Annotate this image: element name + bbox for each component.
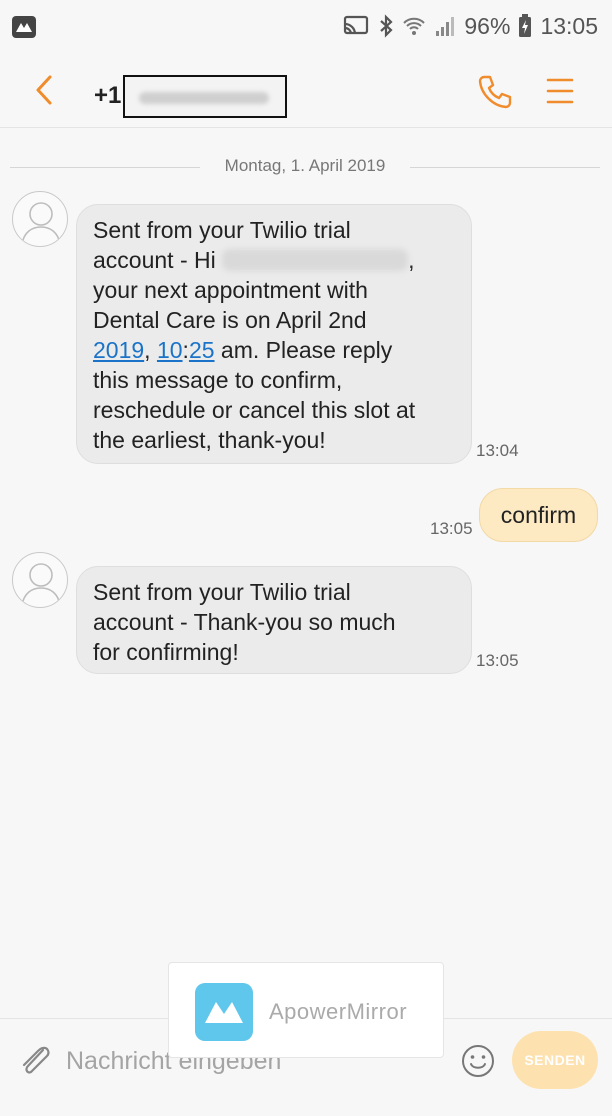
wifi-icon (402, 15, 426, 37)
hamburger-menu-icon (546, 78, 574, 104)
battery-percentage: 96% (464, 12, 511, 39)
date-separator: Montag, 1. April 2019 (10, 154, 600, 180)
contact-avatar[interactable] (12, 191, 68, 247)
time-link-hour[interactable]: 10 (157, 337, 183, 363)
emoji-button[interactable] (460, 1043, 496, 1079)
person-icon (21, 563, 61, 606)
paperclip-icon (22, 1046, 50, 1074)
contact-title[interactable]: +1 (94, 74, 288, 118)
person-icon (21, 202, 61, 245)
redacted-phone-number (123, 75, 288, 118)
signal-icon (434, 15, 456, 37)
incoming-message-bubble[interactable]: Sent from your Twilio trial account - Th… (76, 566, 472, 674)
watermark-label: ApowerMirror (269, 999, 408, 1024)
battery-icon (518, 14, 532, 38)
call-button[interactable] (476, 72, 514, 110)
apowermirror-watermark: ApowerMirror (168, 962, 444, 1058)
message-timestamp: 13:05 (476, 651, 519, 670)
status-bar: 96% 13:05 (0, 0, 612, 52)
chevron-left-icon (36, 75, 52, 105)
phone-icon (478, 75, 512, 109)
status-indicators: 96% 13:05 (342, 10, 598, 42)
message-timestamp: 13:05 (430, 519, 473, 538)
cast-icon (342, 15, 370, 37)
phone-number-prefix: +1 (94, 81, 122, 109)
back-button[interactable] (30, 72, 62, 108)
bluetooth-icon (378, 14, 394, 38)
incoming-message-bubble[interactable]: Sent from your Twilio trial account - Hi… (76, 204, 472, 464)
menu-button[interactable] (544, 74, 576, 108)
apowermirror-logo-icon (195, 983, 253, 1041)
message-timestamp: 13:04 (476, 441, 519, 460)
smiley-icon (462, 1045, 494, 1077)
redacted-name (222, 249, 409, 271)
clock: 13:05 (540, 12, 598, 39)
date-link[interactable]: 2019 (93, 337, 144, 363)
outgoing-message-bubble[interactable]: confirm (479, 488, 598, 542)
attach-button[interactable] (18, 1041, 52, 1079)
conversation-header: +1 (0, 52, 612, 128)
send-button[interactable]: SENDEN (512, 1031, 598, 1089)
apowermirror-status-icon (12, 16, 36, 38)
contact-avatar[interactable] (12, 552, 68, 608)
date-label: Montag, 1. April 2019 (224, 156, 386, 175)
time-link-minute[interactable]: 25 (189, 337, 215, 363)
